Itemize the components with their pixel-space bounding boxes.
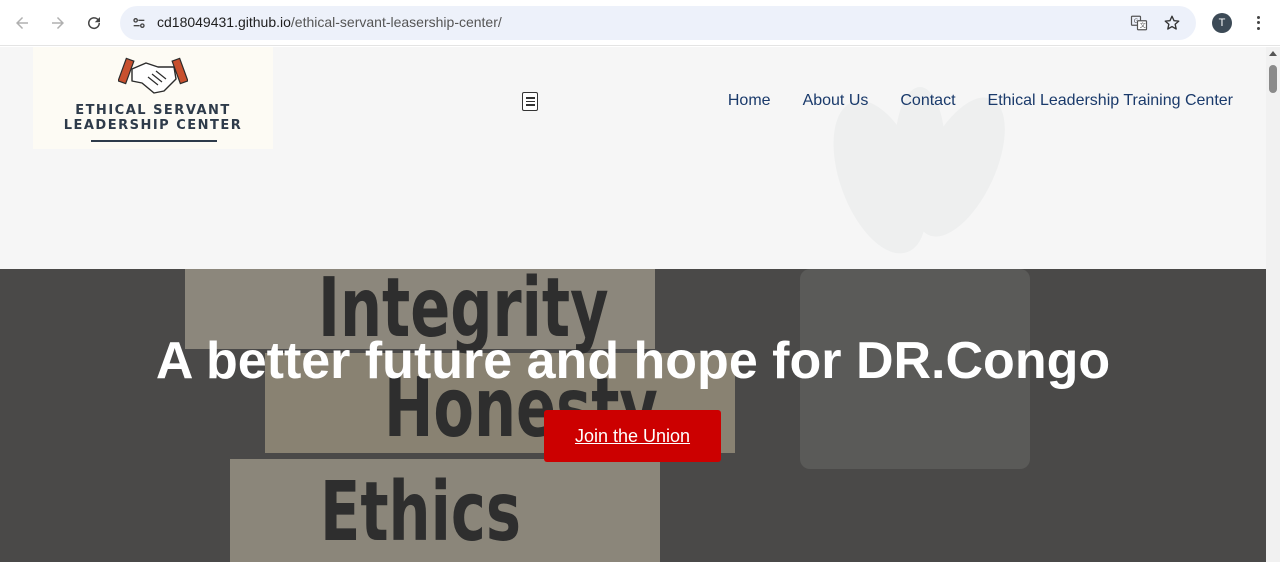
url-text[interactable]: cd18049431.github.io/ethical-servant-lea… [157, 14, 502, 30]
hero-title: A better future and hope for DR.Congo [155, 332, 1111, 390]
back-arrow-icon [16, 17, 28, 29]
url-path: /ethical-servant-leasership-center/ [290, 14, 502, 30]
hamburger-menu-icon[interactable] [522, 92, 538, 111]
scrollbar-thumb[interactable] [1269, 65, 1277, 93]
site-header: ETHICAL SERVANT LEADERSHIP CENTER Home A… [0, 47, 1266, 269]
profile-avatar[interactable]: T [1212, 13, 1232, 33]
svg-text:文: 文 [1140, 22, 1146, 30]
hero-section: Integrity Honesty Ethics A better future… [0, 269, 1266, 562]
logo-underline [91, 140, 217, 142]
handshake-icon [118, 57, 188, 94]
main-navigation: Home About Us Contact Ethical Leadership… [728, 92, 1233, 110]
web-page: ETHICAL SERVANT LEADERSHIP CENTER Home A… [0, 47, 1266, 562]
site-info-button[interactable] [128, 12, 150, 34]
nav-link-about-us[interactable]: About Us [803, 92, 869, 110]
nav-link-home[interactable]: Home [728, 92, 771, 110]
forward-button[interactable] [45, 10, 71, 36]
site-logo[interactable]: ETHICAL SERVANT LEADERSHIP CENTER [33, 47, 273, 149]
logo-line-1: ETHICAL SERVANT [75, 103, 231, 118]
nav-link-training-center[interactable]: Ethical Leadership Training Center [988, 92, 1233, 110]
scroll-up-arrow-icon[interactable] [1269, 51, 1277, 56]
url-domain: cd18049431.github.io [157, 14, 291, 30]
translate-icon: G 文 [1130, 15, 1148, 31]
bookmark-star-icon [1164, 15, 1180, 30]
logo-line-2: LEADERSHIP CENTER [63, 118, 243, 133]
site-info-icon [133, 18, 145, 28]
translate-button[interactable]: G 文 [1129, 13, 1149, 33]
join-union-button[interactable]: Join the Union [544, 410, 721, 462]
reload-button[interactable] [81, 10, 107, 36]
address-bar[interactable]: cd18049431.github.io/ethical-servant-lea… [120, 6, 1196, 40]
reload-icon [88, 17, 101, 30]
page-scrollbar[interactable] [1266, 47, 1280, 562]
nav-link-contact[interactable]: Contact [900, 92, 955, 110]
browser-toolbar: cd18049431.github.io/ethical-servant-lea… [0, 0, 1280, 46]
bookmark-button[interactable] [1162, 13, 1182, 33]
background-plant-graphic [833, 87, 1005, 254]
more-menu-icon[interactable] [1248, 12, 1268, 34]
forward-arrow-icon [52, 17, 64, 29]
back-button[interactable] [9, 10, 35, 36]
